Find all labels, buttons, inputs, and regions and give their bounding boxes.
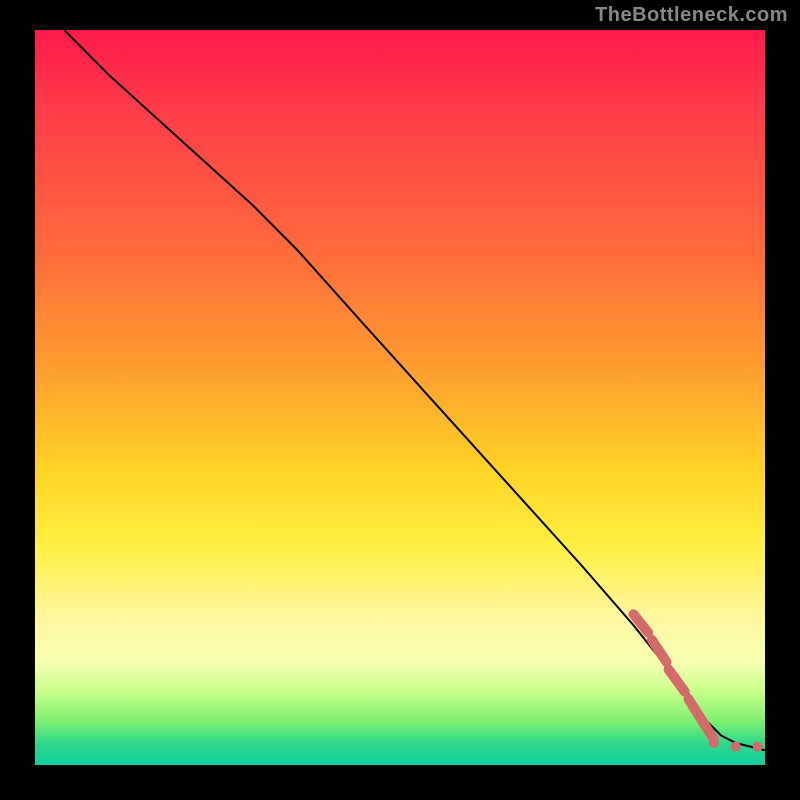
- series-curve: [64, 30, 765, 750]
- plot-area: [35, 30, 765, 765]
- chart-container: TheBottleneck.com: [0, 0, 800, 800]
- marker-bar: [652, 640, 667, 662]
- marker-series: [634, 614, 763, 751]
- marker-dot: [709, 738, 719, 748]
- marker-dot: [731, 742, 741, 752]
- line-series: [64, 30, 765, 750]
- chart-svg: [35, 30, 765, 765]
- marker-dot: [753, 742, 763, 752]
- marker-bar: [669, 670, 685, 692]
- marker-bar: [634, 614, 649, 632]
- watermark-text: TheBottleneck.com: [595, 4, 788, 27]
- marker-bar: [688, 699, 714, 739]
